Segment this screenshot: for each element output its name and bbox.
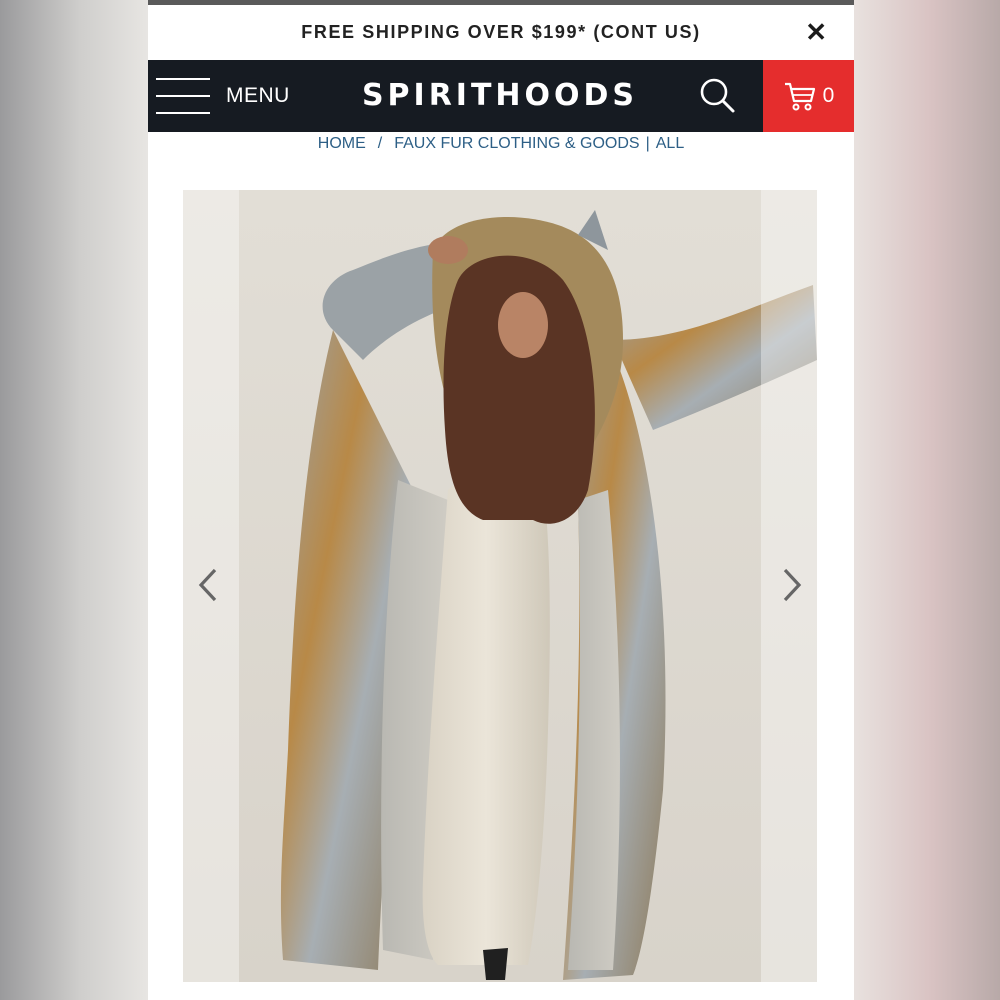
- breadcrumb-separator: /: [377, 135, 383, 152]
- cart-count: 0: [822, 84, 835, 107]
- promo-bar: FREE SHIPPING OVER $199* (CONT US) ✕: [148, 5, 854, 60]
- cart-icon: [784, 82, 815, 111]
- site-logo[interactable]: SPIRITHOODS: [348, 78, 652, 113]
- cart-button[interactable]: 0: [763, 60, 854, 132]
- menu-button[interactable]: MENU: [156, 74, 290, 118]
- breadcrumb-divider: |: [645, 135, 650, 152]
- chevron-left-icon[interactable]: [186, 560, 230, 610]
- page-frame: FREE SHIPPING OVER $199* (CONT US) ✕ MEN…: [148, 0, 854, 1000]
- chevron-right-icon[interactable]: [770, 560, 814, 610]
- breadcrumb-all[interactable]: ALL: [656, 135, 684, 153]
- search-icon[interactable]: [696, 74, 742, 118]
- site-header: MENU SPIRITHOODS 0: [148, 60, 854, 132]
- promo-text: FREE SHIPPING OVER $199* (CONT US): [301, 22, 701, 42]
- product-gallery: [183, 190, 817, 982]
- close-icon[interactable]: ✕: [802, 17, 832, 47]
- hamburger-icon: [156, 76, 212, 116]
- product-photo[interactable]: [183, 190, 817, 982]
- breadcrumb-category[interactable]: FAUX FUR CLOTHING & GOODS: [394, 135, 639, 153]
- breadcrumb-home[interactable]: HOME: [318, 135, 366, 153]
- menu-label: MENU: [226, 84, 290, 107]
- breadcrumb: HOME / FAUX FUR CLOTHING & GOODS | ALL: [148, 132, 854, 156]
